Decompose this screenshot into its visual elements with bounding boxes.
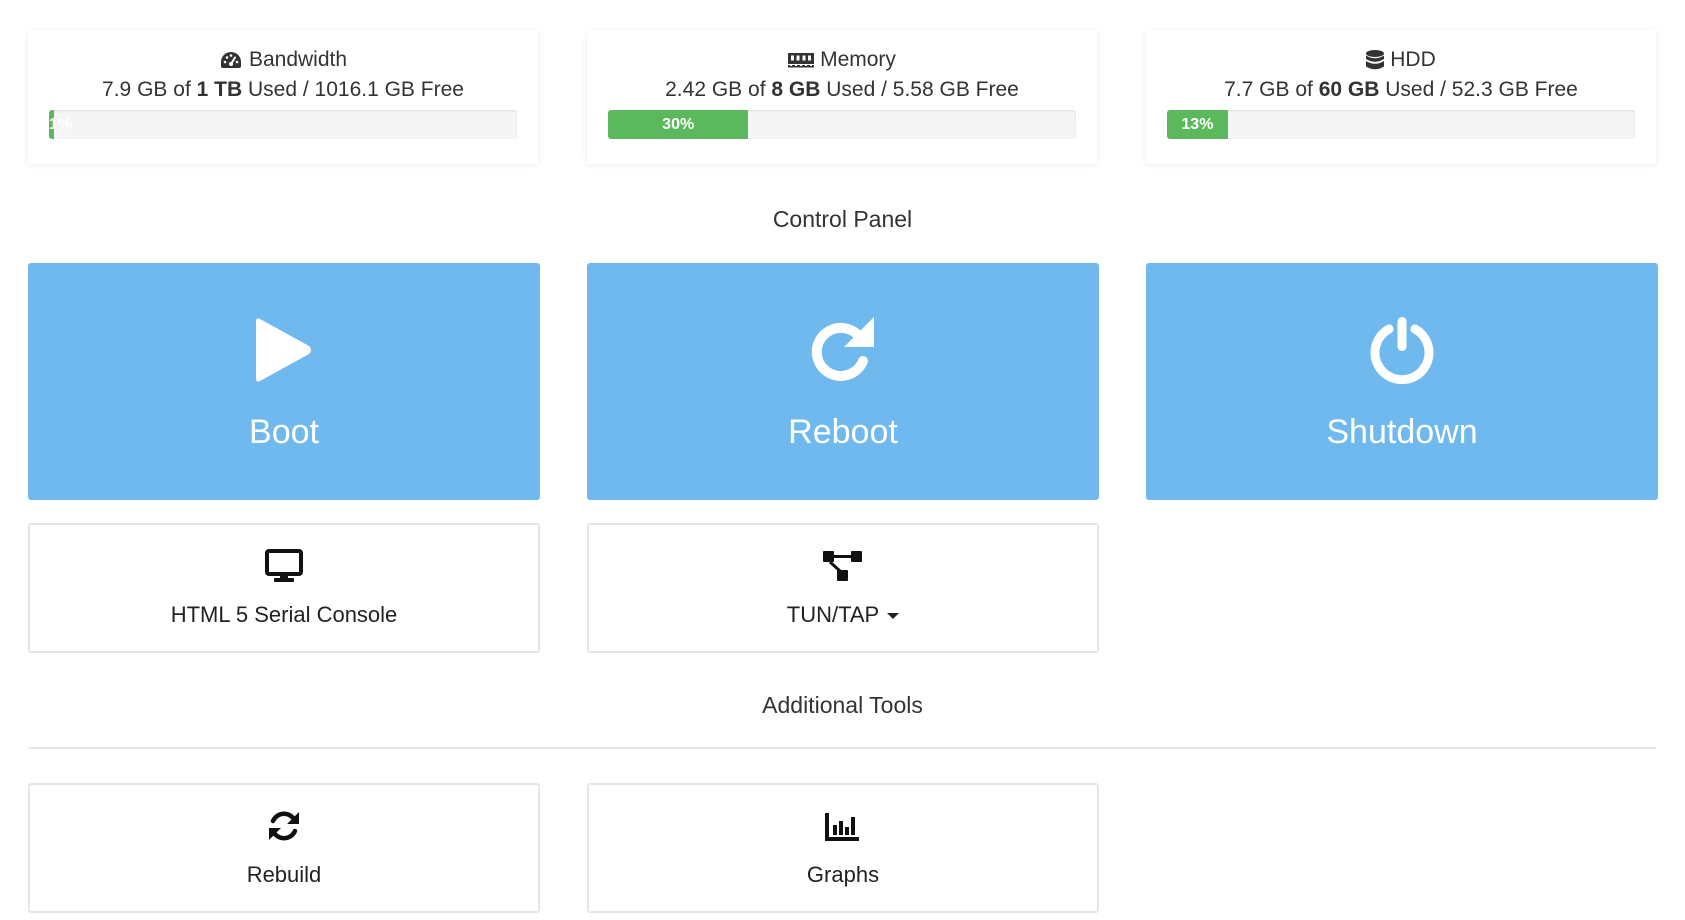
serial-console-label: HTML 5 Serial Console	[170, 602, 398, 627]
shutdown-button[interactable]: Shutdown	[1146, 263, 1658, 500]
control-panel-title: Control Panel	[772, 206, 913, 232]
bandwidth-progress-fill: 1%	[49, 110, 72, 139]
memory-progress-fill: 30%	[608, 110, 749, 139]
power-icon	[1370, 317, 1434, 385]
memory-card: Memory 2.42 GB of 8 GB Used / 5.58 GB Fr…	[587, 30, 1097, 164]
desktop-icon	[265, 549, 303, 582]
memory-usage: 2.42 GB of 8 GB Used / 5.58 GB Free	[665, 78, 1019, 101]
reboot-button[interactable]: Reboot	[587, 263, 1099, 500]
serial-console-button[interactable]: HTML 5 Serial Console	[28, 523, 540, 653]
bar-chart-icon	[825, 813, 859, 841]
play-icon	[256, 318, 311, 382]
memory-title: Memory	[820, 48, 896, 71]
network-icon	[823, 551, 862, 581]
tuntap-dropdown[interactable]: TUN/TAP	[587, 523, 1099, 653]
memory-progress: 30%	[608, 110, 1076, 139]
graphs-label: Graphs	[806, 862, 880, 887]
hdd-title: HDD	[1390, 48, 1436, 71]
hdd-usage: 7.7 GB of 60 GB Used / 52.3 GB Free	[1224, 78, 1578, 101]
gauge-icon	[220, 52, 241, 68]
memory-icon	[788, 53, 815, 68]
bandwidth-progress: 1%	[49, 110, 517, 139]
bandwidth-title: Bandwidth	[248, 48, 348, 71]
section-divider	[28, 747, 1656, 749]
shutdown-label: Shutdown	[1326, 413, 1478, 451]
additional-tools-title: Additional Tools	[762, 692, 923, 718]
rebuild-label: Rebuild	[246, 862, 322, 887]
reboot-label: Reboot	[788, 413, 898, 451]
caret-down-icon	[887, 613, 900, 620]
hdd-progress-fill: 13%	[1167, 110, 1228, 139]
rebuild-button[interactable]: Rebuild	[28, 783, 540, 913]
boot-label: Boot	[249, 413, 319, 451]
tuntap-label: TUN/TAP	[786, 602, 880, 627]
hdd-progress: 13%	[1167, 110, 1635, 139]
database-icon	[1366, 50, 1385, 70]
sync-icon	[269, 811, 299, 841]
graphs-button[interactable]: Graphs	[587, 783, 1099, 913]
bandwidth-usage: 7.9 GB of 1 TB Used / 1016.1 GB Free	[102, 78, 464, 101]
bandwidth-card: Bandwidth 7.9 GB of 1 TB Used / 1016.1 G…	[28, 30, 538, 164]
hdd-card: HDD 7.7 GB of 60 GB Used / 52.3 GB Free …	[1146, 30, 1656, 164]
redo-icon	[811, 317, 874, 381]
boot-button[interactable]: Boot	[28, 263, 540, 500]
